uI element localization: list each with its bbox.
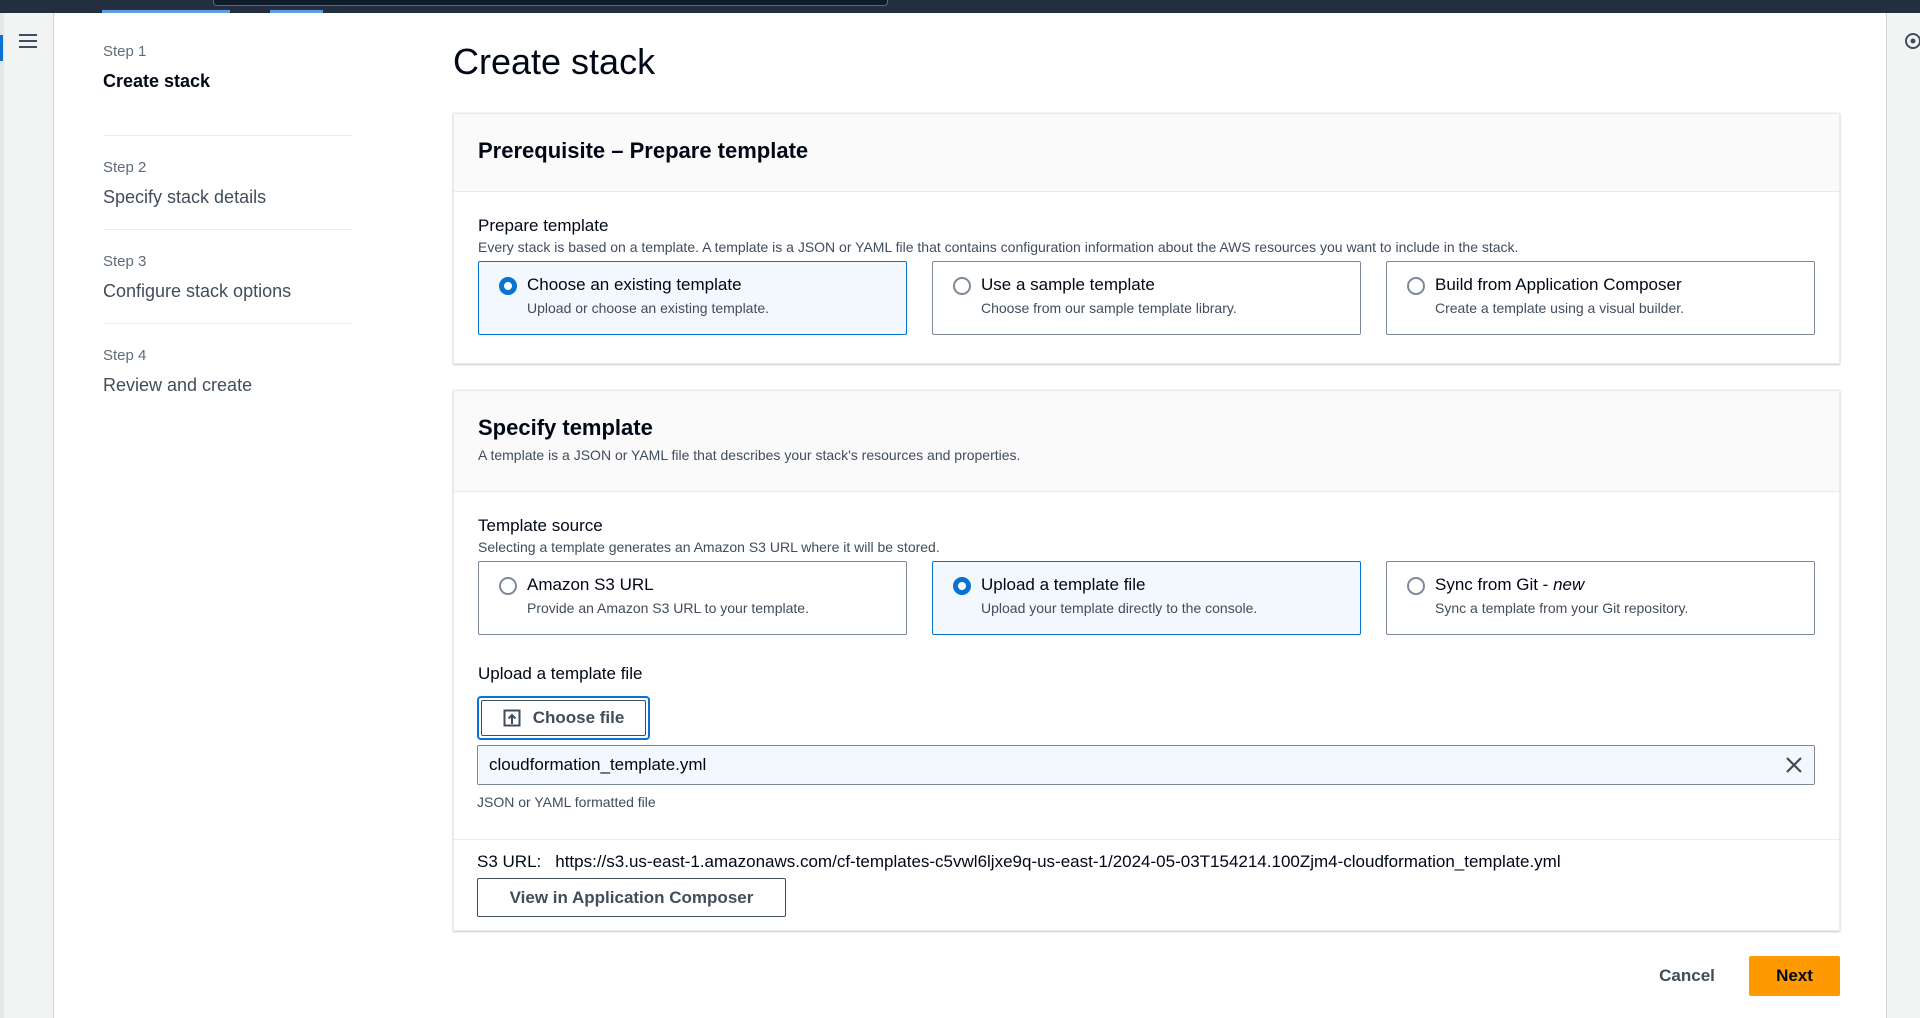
option-description: Upload your template directly to the con…: [981, 600, 1258, 616]
option-description: Choose from our sample template library.: [981, 300, 1237, 316]
wizard-step-2[interactable]: Step 2 Specify stack details: [103, 136, 353, 229]
wizard-step-3[interactable]: Step 3 Configure stack options: [103, 230, 353, 323]
s3-url-label: S3 URL:: [477, 852, 542, 871]
page-title: Create stack: [453, 41, 656, 82]
option-upload-template-file[interactable]: Upload a template file Upload your templ…: [932, 561, 1361, 635]
radio-button[interactable]: [499, 577, 517, 595]
s3-url-line: S3 URL: https://s3.us-east-1.amazonaws.co…: [477, 852, 1561, 872]
s3-url-value: https://s3.us-east-1.amazonaws.com/cf-te…: [555, 852, 1561, 871]
field-description: Every stack is based on a template. A te…: [478, 239, 1519, 255]
radio-button[interactable]: [953, 577, 971, 595]
close-icon[interactable]: [1784, 755, 1804, 775]
step-title: Specify stack details: [103, 187, 267, 207]
selected-file-name: cloudformation_template.yml: [489, 755, 707, 774]
option-title: Build from Application Composer: [1435, 275, 1682, 294]
step-number: Step 2: [103, 159, 147, 176]
file-format-hint: JSON or YAML formatted file: [477, 794, 656, 810]
top-search-field[interactable]: [213, 0, 888, 6]
field-description: Selecting a template generates an Amazon…: [478, 539, 940, 555]
step-title: Configure stack options: [103, 281, 292, 301]
panel-title: Prerequisite – Prepare template: [478, 138, 809, 163]
step-number: Step 3: [103, 253, 147, 270]
upload-icon: [503, 709, 521, 727]
panel-header: Specify template A template is a JSON or…: [454, 391, 1839, 492]
choose-file-button[interactable]: Choose file: [477, 696, 650, 740]
template-source-options: Amazon S3 URL Provide an Amazon S3 URL t…: [478, 561, 1815, 635]
option-description: Sync a template from your Git repository…: [1435, 600, 1689, 616]
wizard-step-4[interactable]: Step 4 Review and create: [103, 324, 353, 417]
specify-template-panel: Specify template A template is a JSON or…: [453, 390, 1840, 931]
choose-file-button-inner[interactable]: Choose file: [481, 700, 646, 736]
panel-description: A template is a JSON or YAML file that d…: [478, 447, 1021, 463]
option-choose-existing-template[interactable]: Choose an existing template Upload or ch…: [478, 261, 907, 335]
right-side-rail: [1886, 13, 1920, 1018]
panel-title: Specify template: [478, 415, 653, 440]
step-number: Step 4: [103, 347, 147, 364]
option-title: Use a sample template: [981, 275, 1155, 294]
rail-edge: [0, 13, 4, 1018]
option-title-text: Sync from Git -: [1435, 575, 1554, 594]
radio-button[interactable]: [1407, 577, 1425, 595]
field-label: Template source: [478, 516, 603, 535]
option-description: Provide an Amazon S3 URL to your templat…: [527, 600, 809, 616]
radio-button[interactable]: [499, 277, 517, 295]
step-title: Review and create: [103, 375, 253, 395]
step-title: Create stack: [103, 71, 211, 91]
new-badge-text: new: [1553, 575, 1585, 594]
section-divider: [454, 839, 1839, 840]
panel-header: Prerequisite – Prepare template: [454, 114, 1839, 192]
option-sync-from-git[interactable]: Sync from Git - new Sync a template from…: [1386, 561, 1815, 635]
selected-file-token: cloudformation_template.yml: [477, 745, 1815, 785]
option-title: Sync from Git - new: [1435, 575, 1584, 595]
option-title: Upload a template file: [981, 575, 1146, 594]
upload-field-label: Upload a template file: [478, 664, 643, 683]
radio-button[interactable]: [953, 277, 971, 295]
option-description: Create a template using a visual builder…: [1435, 300, 1685, 316]
top-navigation-bar: [0, 0, 1920, 13]
hamburger-menu-icon[interactable]: [18, 31, 38, 51]
cancel-button[interactable]: Cancel: [1640, 956, 1734, 996]
rail-active-indicator: [0, 35, 3, 61]
view-in-application-composer-button[interactable]: View in Application Composer: [477, 878, 786, 917]
next-button[interactable]: Next: [1749, 956, 1840, 996]
settings-icon[interactable]: [1903, 31, 1920, 51]
panel-body: Template source Selecting a template gen…: [454, 492, 1839, 684]
wizard-step-1: Step 1 Create stack: [103, 42, 353, 135]
option-build-from-application-composer[interactable]: Build from Application Composer Create a…: [1386, 261, 1815, 335]
choose-file-label: Choose file: [532, 708, 625, 727]
panel-body: Prepare template Every stack is based on…: [454, 192, 1839, 335]
step-number: Step 1: [103, 43, 147, 60]
left-side-rail: [0, 13, 54, 1018]
field-label: Prepare template: [478, 216, 609, 235]
option-description: Upload or choose an existing template.: [527, 300, 770, 316]
prepare-template-options: Choose an existing template Upload or ch…: [478, 261, 1815, 335]
option-title: Choose an existing template: [527, 275, 742, 294]
wizard-steps-nav: Step 1 Create stack Step 2 Specify stack…: [103, 42, 353, 417]
radio-button[interactable]: [1407, 277, 1425, 295]
option-amazon-s3-url[interactable]: Amazon S3 URL Provide an Amazon S3 URL t…: [478, 561, 907, 635]
option-use-sample-template[interactable]: Use a sample template Choose from our sa…: [932, 261, 1361, 335]
option-title: Amazon S3 URL: [527, 575, 654, 594]
prepare-template-panel: Prerequisite – Prepare template Prepare …: [453, 113, 1840, 364]
